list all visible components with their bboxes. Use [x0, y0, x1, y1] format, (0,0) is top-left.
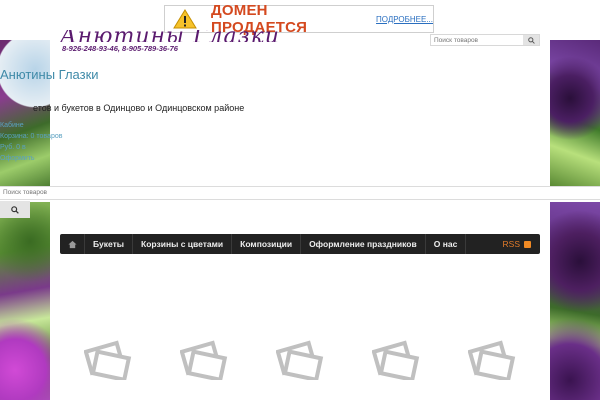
- cart-total: Руб. 0 в: [0, 144, 26, 151]
- checkout-link[interactable]: Оформить: [0, 155, 35, 162]
- image-placeholder-icon: [276, 340, 324, 380]
- banner-more-link[interactable]: ПОДРОБНЕЕ...: [376, 15, 433, 24]
- nav-item-about[interactable]: О нас: [426, 234, 467, 254]
- image-placeholder-icon: [372, 340, 420, 380]
- site-logo[interactable]: Анютины Глазки: [60, 30, 280, 42]
- search-icon: [527, 36, 535, 44]
- image-placeholder-icon: [468, 340, 516, 380]
- home-icon: [67, 240, 77, 248]
- nav-item-compositions[interactable]: Композиции: [232, 234, 302, 254]
- header-search-input[interactable]: [431, 35, 522, 46]
- cabinet-link[interactable]: Кабине: [0, 122, 24, 129]
- domain-for-sale-banner[interactable]: ДОМЕН ПРОДАЕТСЯ ПОДРОБНЕЕ...: [164, 2, 434, 36]
- warning-icon: [173, 9, 197, 29]
- rss-label: RSS: [502, 239, 520, 249]
- flower-background-right-bottom: [550, 202, 600, 400]
- main-navigation: Букеты Корзины с цветами Композиции Офор…: [60, 234, 540, 254]
- search-icon: [11, 205, 19, 214]
- flower-background-left-bottom: [0, 202, 50, 400]
- header-phones: 8-926-248-93-46, 8-905-789-36-76: [62, 44, 178, 53]
- header-search-button[interactable]: [523, 35, 539, 45]
- main-search: [0, 186, 600, 200]
- main-search-button[interactable]: [0, 201, 30, 218]
- nav-item-event-decoration[interactable]: Оформление праздников: [301, 234, 426, 254]
- site-tagline: етов и букетов в Одинцово и Одинцовском …: [33, 103, 245, 113]
- nav-home-button[interactable]: [60, 234, 85, 254]
- rss-link[interactable]: RSS: [503, 239, 540, 249]
- header-search: [430, 34, 540, 46]
- image-placeholder-icon: [180, 340, 228, 380]
- main-search-input[interactable]: [0, 187, 303, 198]
- cart-count-link[interactable]: Корзина: 0 товаров: [0, 133, 62, 140]
- site-title[interactable]: Анютины Глазки: [0, 67, 99, 82]
- nav-item-flower-baskets[interactable]: Корзины с цветами: [133, 234, 233, 254]
- nav-item-bouquets[interactable]: Букеты: [85, 234, 134, 254]
- image-placeholder-icon: [84, 340, 132, 380]
- rss-icon: [524, 240, 531, 248]
- flower-background-left-top: [0, 40, 50, 188]
- flower-background-right-top: [550, 40, 600, 186]
